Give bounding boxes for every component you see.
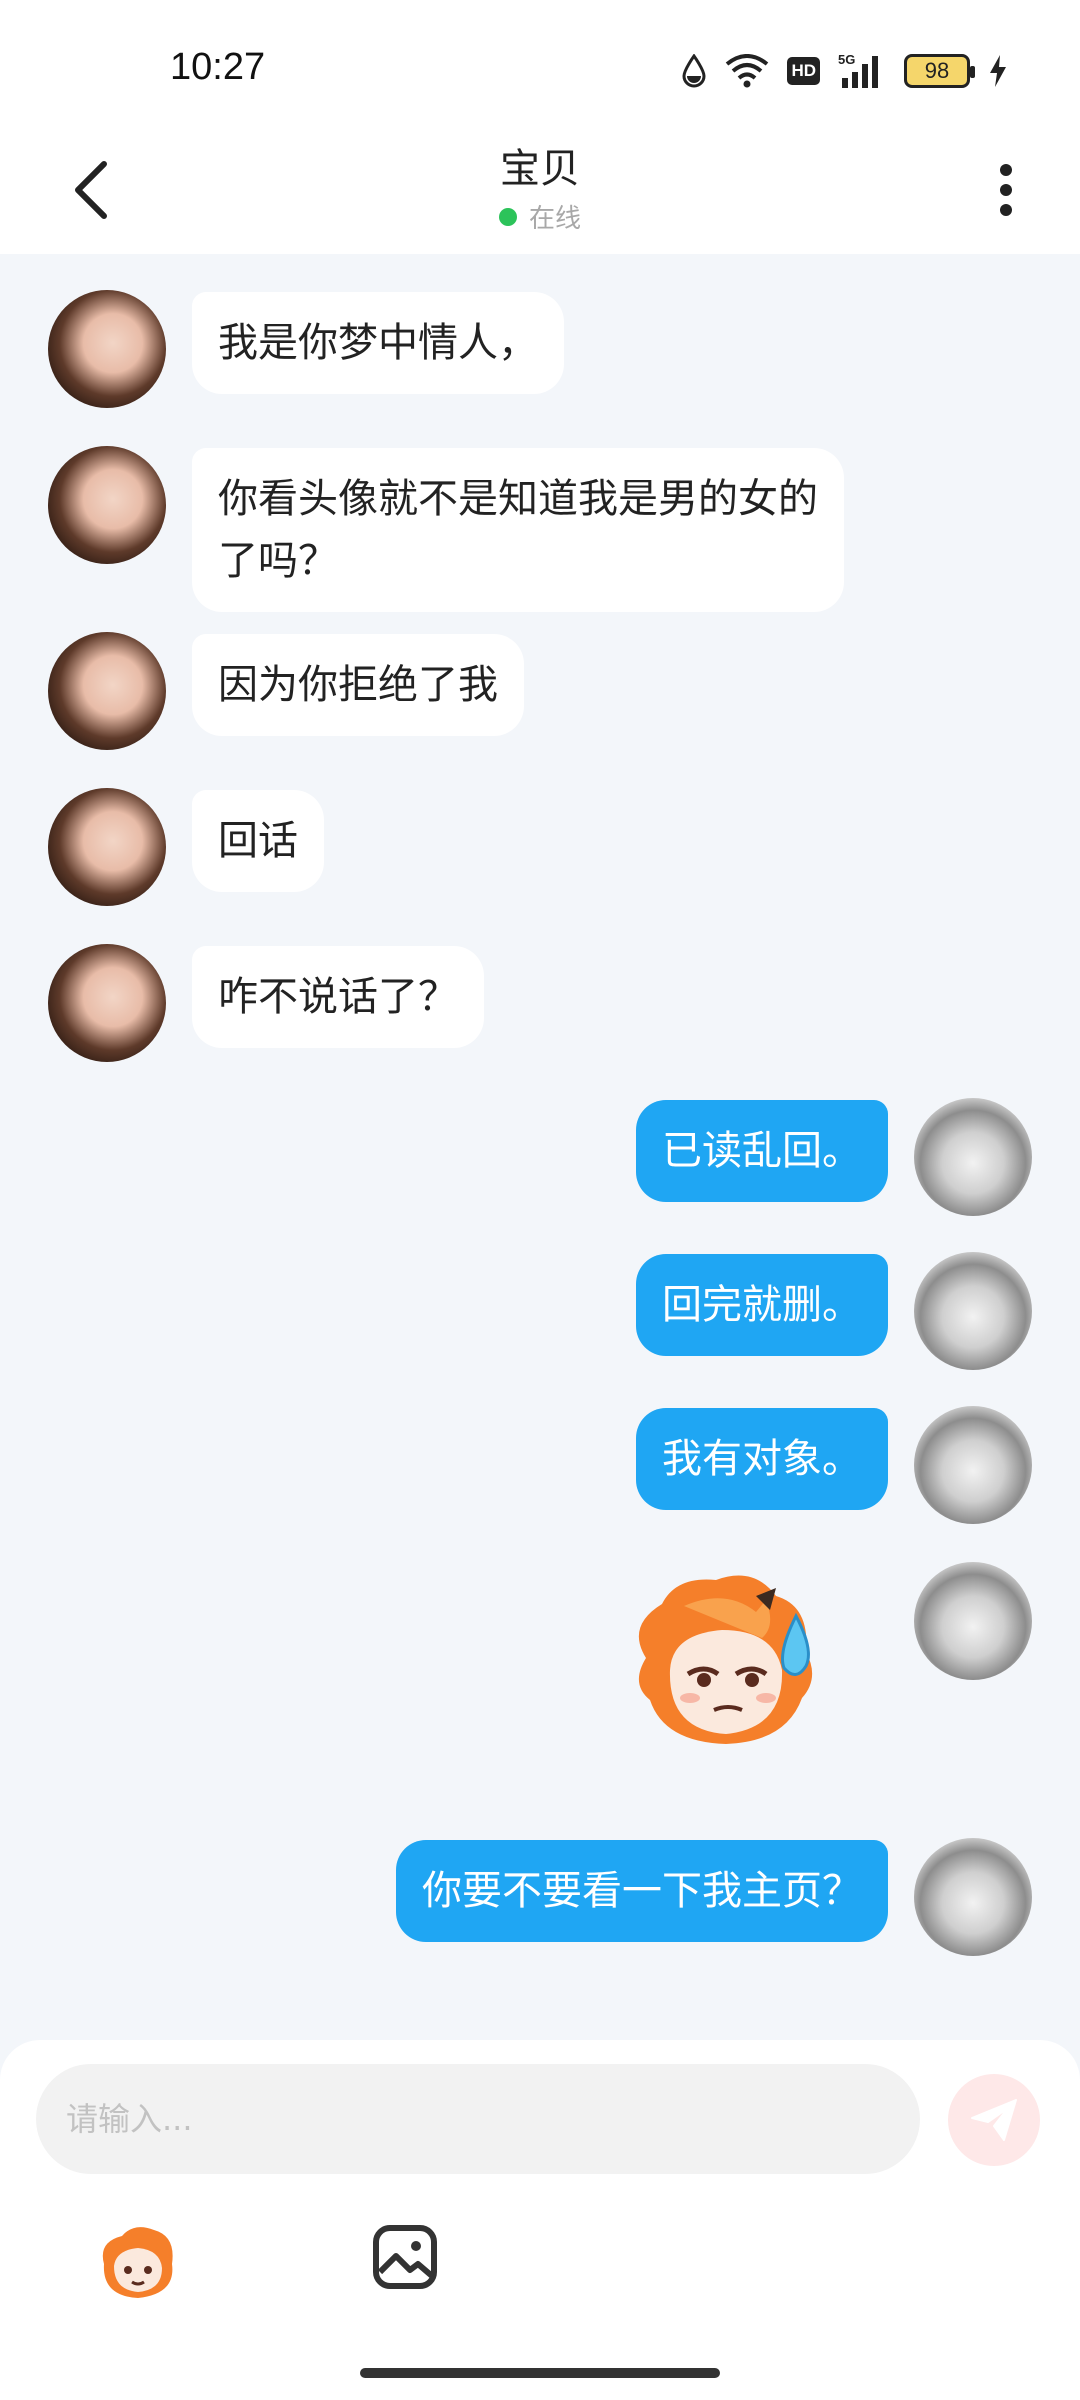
contact-avatar[interactable] [48, 944, 166, 1062]
contact-name: 宝贝 [500, 146, 580, 192]
home-indicator[interactable] [360, 2368, 720, 2378]
status-icons: HD 5G 98 [681, 50, 1008, 92]
message-bubble-outgoing[interactable]: 你要不要看一下我主页？ [396, 1840, 888, 1942]
message-bubble-outgoing[interactable]: 已读乱回。 [636, 1100, 888, 1202]
sweat-sticker[interactable] [606, 1566, 846, 1766]
my-avatar[interactable] [914, 1838, 1032, 1956]
contact-avatar[interactable] [48, 290, 166, 408]
message-bubble-outgoing[interactable]: 我有对象。 [636, 1408, 888, 1510]
more-vertical-icon[interactable] [976, 150, 1036, 230]
online-status-label: 在线 [528, 204, 581, 234]
message-list[interactable]: 我是你梦中情人， 你看头像就不是知道我是男的女的 了吗？ 因为你拒绝了我 回话 … [0, 254, 1080, 2044]
network-label: 5G [838, 52, 855, 67]
my-avatar[interactable] [914, 1252, 1032, 1370]
online-dot [498, 207, 517, 226]
drop-icon [682, 54, 706, 88]
status-time: 10:27 [170, 46, 266, 88]
signal-icon: 5G [838, 52, 878, 88]
message-bubble-incoming[interactable]: 咋不说话了？ [192, 946, 484, 1048]
my-avatar[interactable] [914, 1562, 1032, 1680]
message-bubble-outgoing[interactable]: 回完就删。 [636, 1254, 888, 1356]
chat-title-area: 宝贝 在线 [0, 136, 1080, 235]
contact-avatar[interactable] [48, 788, 166, 906]
emoji-sticker-icon[interactable] [92, 2220, 182, 2302]
my-avatar[interactable] [914, 1406, 1032, 1524]
send-button[interactable] [948, 2074, 1040, 2166]
message-input[interactable] [36, 2064, 920, 2174]
battery-indicator: 98 [904, 54, 975, 88]
image-icon[interactable] [372, 2224, 438, 2290]
battery-level: 98 [924, 58, 950, 83]
online-status: 在线 [0, 198, 1080, 235]
charging-bolt-icon [990, 55, 1006, 87]
message-bubble-incoming[interactable]: 回话 [192, 790, 324, 892]
contact-avatar[interactable] [48, 446, 166, 564]
contact-avatar[interactable] [48, 632, 166, 750]
my-avatar[interactable] [914, 1098, 1032, 1216]
status-bar: 10:27 HD 5G 98 [0, 0, 1080, 130]
hd-badge: HD [787, 57, 820, 85]
send-icon [971, 2099, 1017, 2141]
message-composer [0, 2040, 1080, 2400]
wifi-icon [726, 54, 769, 88]
message-bubble-incoming[interactable]: 你看头像就不是知道我是男的女的 了吗？ [192, 448, 844, 612]
chat-header: 宝贝 在线 [0, 130, 1080, 254]
message-bubble-incoming[interactable]: 我是你梦中情人， [192, 292, 564, 394]
message-bubble-incoming[interactable]: 因为你拒绝了我 [192, 634, 524, 736]
